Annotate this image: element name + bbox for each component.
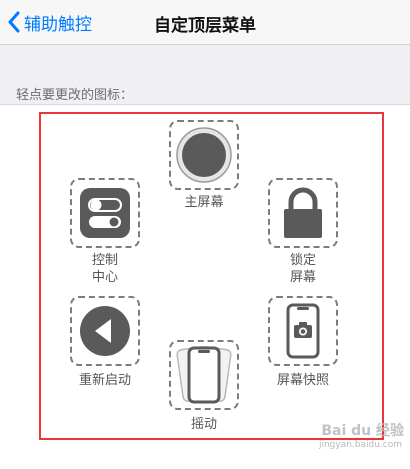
watermark-logo: Bai du 经验 <box>321 423 404 439</box>
menu-slot-shake[interactable] <box>169 340 239 410</box>
menu-label-restart: 重新启动 <box>78 373 131 388</box>
navigation-bar: 辅助触控 自定顶层菜单 <box>0 0 410 45</box>
screenshot-phone-camera-icon <box>286 303 320 359</box>
menu-slot-lock-screen[interactable] <box>268 178 338 248</box>
menu-slot-home[interactable] <box>169 120 239 190</box>
restart-play-icon <box>80 306 130 356</box>
watermark-url: jingyan.baidu.com <box>318 440 402 450</box>
control-center-toggles-icon <box>80 188 130 238</box>
lock-icon <box>284 187 322 238</box>
menu-label-screenshot: 屏幕快照 <box>276 373 329 388</box>
shake-phones-icon <box>176 346 232 404</box>
menu-label-shake: 摇动 <box>190 417 217 432</box>
menu-slot-restart[interactable] <box>70 296 140 366</box>
menu-label-home: 主屏幕 <box>184 195 224 210</box>
page-title: 自定顶层菜单 <box>154 16 256 36</box>
section-hint: 轻点要更改的图标： <box>16 88 134 103</box>
home-circle-icon <box>176 127 232 183</box>
menu-slot-screenshot[interactable] <box>268 296 338 366</box>
menu-label-lock-screen: 锁定 屏幕 <box>289 253 316 285</box>
menu-label-control-center: 控制 中心 <box>91 253 118 285</box>
menu-slot-control-center[interactable] <box>70 178 140 248</box>
